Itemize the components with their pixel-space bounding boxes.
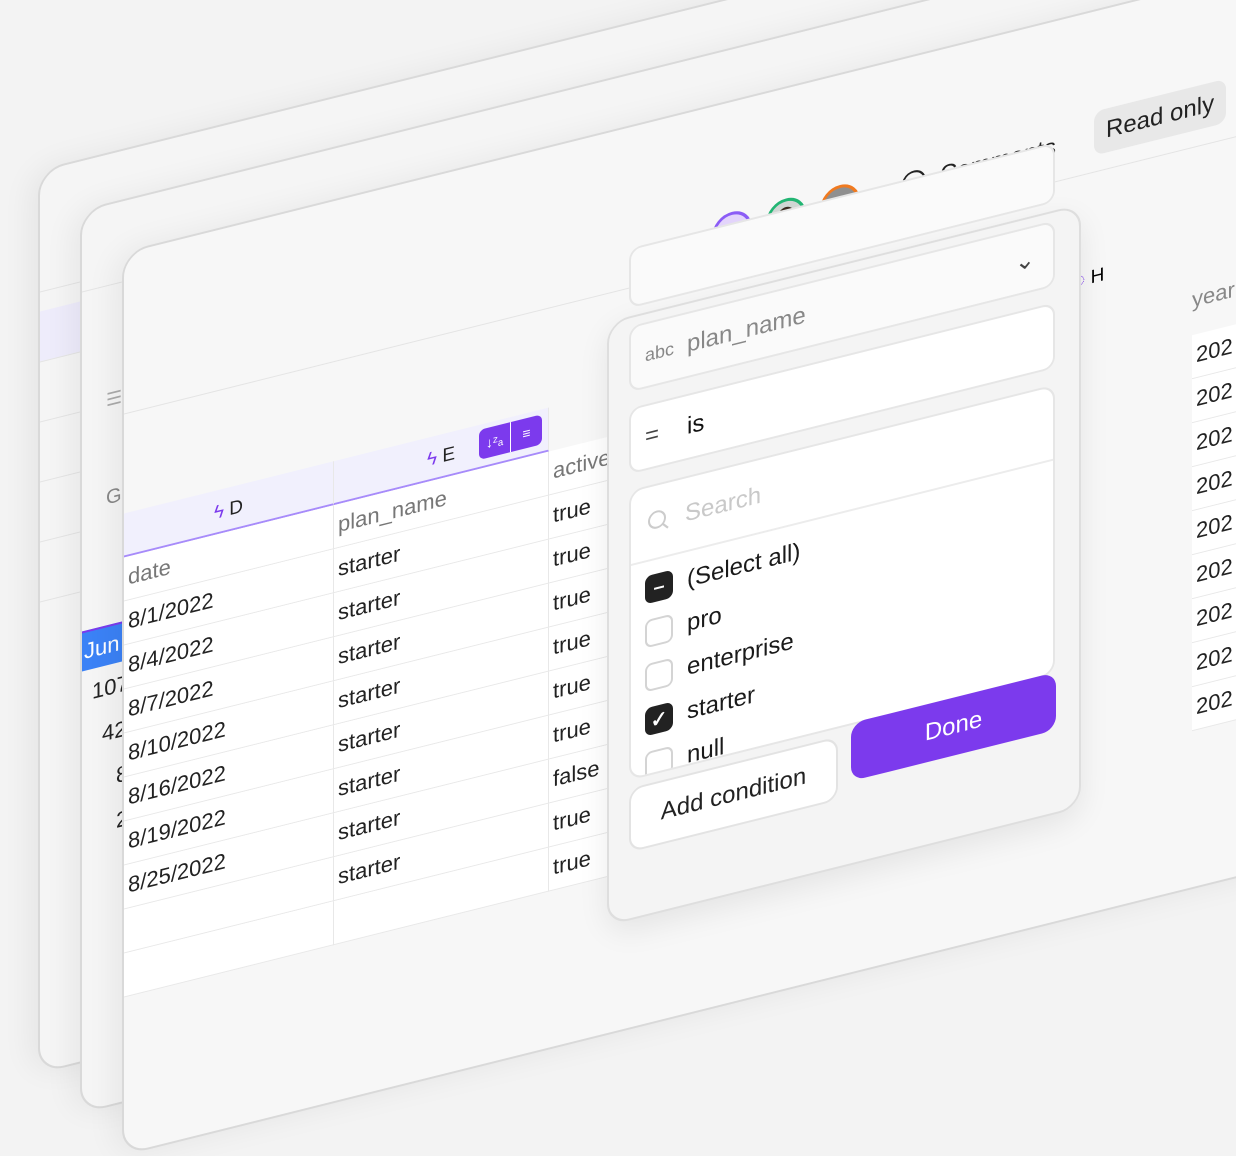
search-placeholder: Search: [685, 481, 762, 528]
checkbox-empty-icon[interactable]: [645, 657, 673, 693]
column-name: date: [128, 553, 171, 590]
column-name-year: year: [1192, 276, 1235, 313]
equals-icon: =: [645, 420, 660, 451]
lightning-icon: ϟ: [213, 500, 225, 525]
stacked-sheets-scene: G ☰ Jun 107 42 8 2 W Comments Read only …: [0, 0, 1236, 1156]
chevron-down-icon: ⌄: [1014, 244, 1035, 277]
checkbox-checked-icon[interactable]: ✓: [645, 701, 673, 737]
column-letter-g: G: [106, 483, 122, 510]
option-label: null: [687, 732, 725, 770]
filter-popup: abc plan_name ⌄ = is Search – (Select all…: [607, 142, 1081, 926]
column-letter: H: [1090, 264, 1105, 289]
month-header-jun[interactable]: Jun: [82, 621, 124, 672]
filter-lines-icon[interactable]: ☰: [106, 386, 122, 411]
text-type-icon: abc: [645, 337, 675, 366]
search-icon: [648, 510, 669, 529]
lightning-icon: ϟ: [426, 447, 438, 471]
column-name: active: [553, 444, 611, 484]
operator-value: is: [687, 408, 705, 441]
checkbox-indeterminate-icon[interactable]: –: [645, 569, 673, 605]
option-label: pro: [687, 601, 722, 638]
column-letter: D: [229, 495, 244, 521]
checkbox-empty-icon[interactable]: [645, 745, 673, 781]
column-letter: E: [442, 442, 456, 468]
checkbox-empty-icon[interactable]: [645, 613, 673, 649]
